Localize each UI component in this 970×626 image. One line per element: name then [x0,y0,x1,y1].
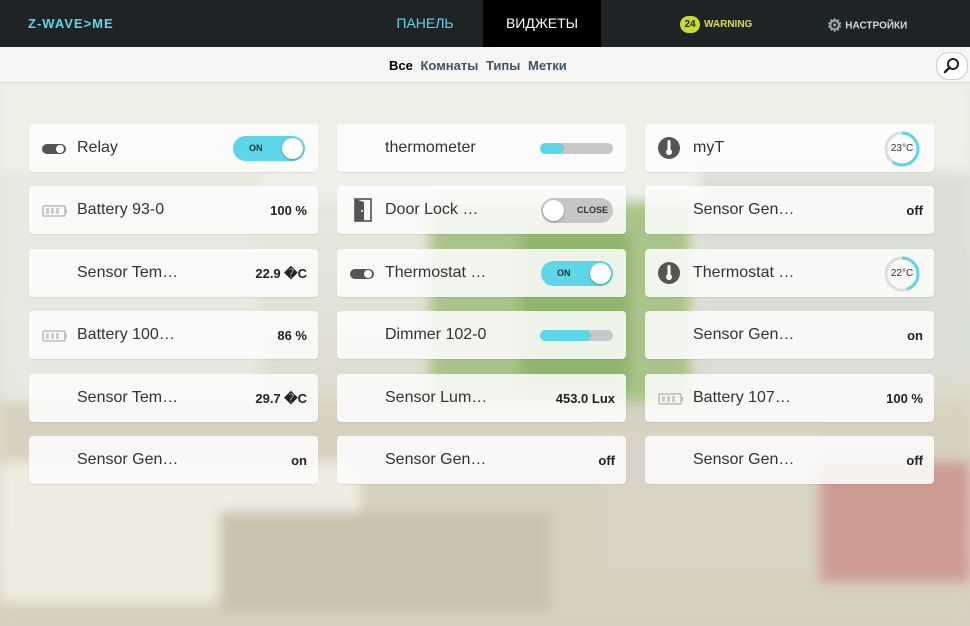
filter-rooms[interactable]: Комнаты [420,58,478,73]
widget-value: off [906,203,923,218]
widget-card[interactable]: Thermostat … 22°C [645,249,934,297]
widget-card[interactable]: myT 23°C [645,124,934,172]
widget-card[interactable]: Sensor Tem… 22.9 �C [29,249,318,297]
search-icon [943,58,959,74]
toggle-label: ON [249,143,263,153]
thermometer-icon [657,262,684,290]
widget-name: myT [693,139,725,156]
widget-name: Sensor Lum… [385,389,488,406]
toggle-knob[interactable] [282,138,303,159]
widget-card[interactable]: Battery 100… 86 % [29,311,318,359]
widget-card[interactable]: Sensor Gen… off [645,436,934,484]
tab-panel[interactable]: ПАНЕЛЬ [370,0,480,47]
warning-indicator[interactable]: 24 WARNING [680,16,752,34]
widget-value: 100 % [886,391,923,406]
widget-name: Thermostat … [693,264,795,281]
toggle-label: CLOSE [576,205,608,215]
widget-name: Sensor Gen… [77,451,179,468]
battery-icon [657,389,684,412]
slider-fill [540,330,592,341]
logo[interactable]: Z-WAVE>ME [28,16,114,31]
toggle-icon [349,264,376,287]
widget-card[interactable]: Sensor Gen… off [337,436,626,484]
toggle-switch[interactable]: ON [541,261,613,286]
toggle-label: ON [557,268,571,278]
widget-name: Relay [77,139,118,156]
thermometer-icon [657,137,684,165]
level-slider[interactable] [540,143,613,154]
widget-card[interactable]: Battery 107… 100 % [645,374,934,422]
widget-value: off [906,453,923,468]
widget-name: Battery 107… [693,389,791,406]
widget-value: 100 % [270,203,307,218]
widget-name: Sensor Gen… [693,451,795,468]
toggle-switch[interactable]: CLOSE [541,198,613,223]
filter-all[interactable]: Все [389,58,413,73]
door-icon [349,198,376,227]
widget-value: 29.7 �C [255,391,307,406]
toggle-icon [41,139,68,162]
widget-name: Battery 93-0 [77,201,165,218]
gear-icon: ⚙ [827,16,843,35]
filter-types[interactable]: Типы [486,58,520,73]
warning-label: WARNING [704,19,753,30]
widget-card[interactable]: Sensor Lum… 453.0 Lux [337,374,626,422]
filter-bar: Все Комнаты Типы Метки [0,47,970,83]
widget-name: Sensor Tem… [77,389,179,406]
widget-name: Sensor Tem… [77,264,179,281]
widget-name: Sensor Gen… [385,451,487,468]
widget-card[interactable]: Sensor Gen… on [29,436,318,484]
widget-name: Door Lock … [385,201,479,218]
widget-name: Sensor Gen… [693,201,795,218]
toggle-knob[interactable] [543,200,564,221]
widget-card[interactable]: Battery 93-0 100 % [29,186,318,234]
filter-tabs: Все Комнаты Типы Метки [389,58,571,73]
widget-name: Thermostat … [385,264,487,281]
filter-tags[interactable]: Метки [528,58,567,73]
widget-value: 22.9 �C [255,266,307,281]
battery-icon [41,201,68,224]
widget-value: 453.0 Lux [555,391,615,406]
widget-value: on [291,453,307,468]
warning-count-badge: 24 [680,16,700,34]
widget-name: Sensor Gen… [693,326,795,343]
level-slider[interactable] [540,330,613,341]
widget-card[interactable]: Relay ON [29,124,318,172]
settings-label: НАСТРОЙКИ [845,20,908,32]
widget-value: off [598,453,615,468]
widget-card[interactable]: Door Lock … CLOSE [337,186,626,234]
widget-value: 86 % [277,328,307,343]
tab-widgets[interactable]: ВИДЖЕТЫ [483,0,601,47]
search-button[interactable] [936,52,968,80]
gauge-value: 22°C [890,268,914,279]
battery-icon [41,326,68,349]
widget-name: thermometer [385,139,476,156]
widget-card[interactable]: Sensor Gen… on [645,311,934,359]
widget-card[interactable]: Dimmer 102-0 [337,311,626,359]
settings-button[interactable]: ⚙ НАСТРОЙКИ [827,16,907,36]
widget-name: Dimmer 102-0 [385,326,487,343]
slider-fill [540,143,565,154]
widget-card[interactable]: Sensor Gen… off [645,186,934,234]
toggle-switch[interactable]: ON [233,136,305,161]
widget-name: Battery 100… [77,326,175,343]
top-navigation-bar: Z-WAVE>ME ПАНЕЛЬ ВИДЖЕТЫ 24 WARNING ⚙ НАСТ… [0,0,970,47]
toggle-knob[interactable] [590,263,611,284]
widget-card[interactable]: Sensor Tem… 29.7 �C [29,374,318,422]
widget-value: on [907,328,923,343]
gauge-value: 23°C [890,143,914,154]
widget-card[interactable]: Thermostat … ON [337,249,626,297]
widget-card[interactable]: thermometer [337,124,626,172]
